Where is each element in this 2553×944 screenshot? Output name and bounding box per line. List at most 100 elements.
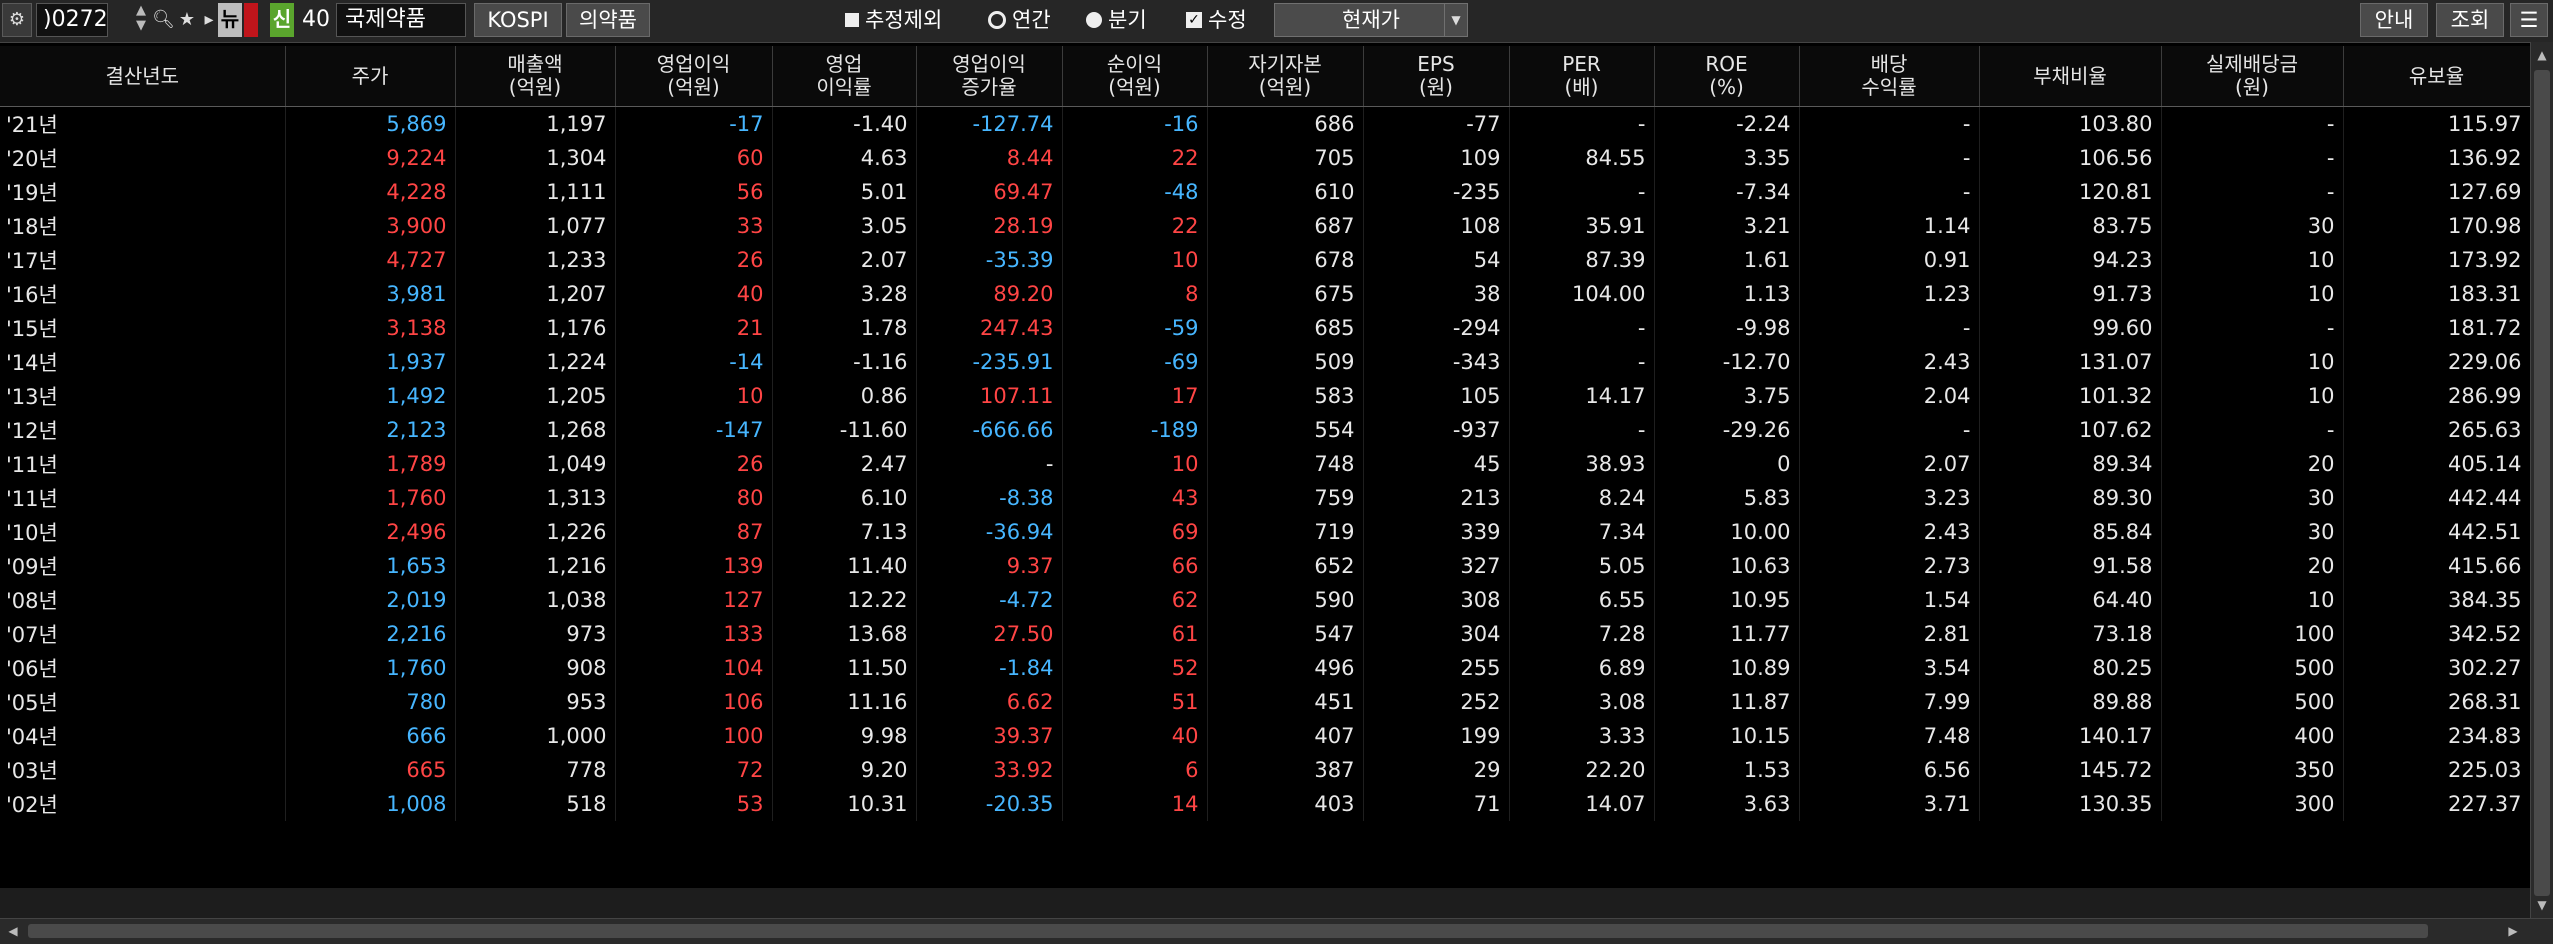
table-row[interactable]: '11년 1,760 1,313 80 6.10 -8.38 43 759 213 8.24 5.8… xyxy=(0,481,2530,515)
column-header-text: 수익률 xyxy=(1861,75,1917,99)
star-icon[interactable]: ★ xyxy=(176,3,198,37)
column-header-year[interactable]: 결산년도 xyxy=(0,46,286,107)
cell-net: 17 xyxy=(1062,379,1208,413)
table-row[interactable]: '19년 4,228 1,111 56 5.01 69.47 -48 610 -235- -7.3… xyxy=(0,175,2530,209)
cell-reserve: 136.92 xyxy=(2343,141,2530,175)
column-header-op[interactable]: 영업이익 (억원) xyxy=(615,46,773,107)
stock-code-input[interactable]: )02720 xyxy=(36,3,108,37)
exclude-estimate-label: 추정제외 xyxy=(865,8,943,32)
column-header-text: 영업이익 xyxy=(952,52,1026,76)
table-row[interactable]: '09년 1,653 1,216 139 11.40 9.37 66 652 327 5.05 10… xyxy=(0,549,2530,583)
horizontal-scrollbar[interactable]: ◀ ▶ xyxy=(0,918,2553,944)
cell-year: '10년 xyxy=(0,515,286,549)
cell-equity: 583 xyxy=(1207,379,1364,413)
scroll-down-icon[interactable]: ▼ xyxy=(2531,894,2553,916)
table-row[interactable]: '21년 5,869 1,197 -17 -1.40 -127.74 -16 686 -77- -… xyxy=(0,106,2530,141)
cell-op: 26 xyxy=(615,243,773,277)
table-row[interactable]: '03년 665 778 72 9.20 33.92 6 387 29 22.20 1.53 6.56… xyxy=(0,753,2530,787)
cell-price: 3,981 xyxy=(285,277,456,311)
cell-eps: 304 xyxy=(1363,617,1510,651)
guide-button[interactable]: 안내 xyxy=(2360,3,2428,37)
cell-per: 22.20 xyxy=(1509,753,1655,787)
table-row[interactable]: '15년 3,138 1,176 21 1.78 247.43 -59 685 -294- -9.… xyxy=(0,311,2530,345)
search-icon[interactable]: 🔍︎ xyxy=(152,3,175,37)
sector-button[interactable]: 의약품 xyxy=(566,3,650,37)
scroll-up-icon[interactable]: ▲ xyxy=(2531,44,2553,66)
cell-sales: 1,205 xyxy=(455,379,616,413)
quarterly-radio[interactable]: 분기 xyxy=(1086,3,1147,37)
column-header-debt[interactable]: 부채비율 xyxy=(1979,46,2162,107)
column-header-equity[interactable]: 자기자본 (억원) xyxy=(1207,46,1364,107)
cell-equity: 719 xyxy=(1207,515,1364,549)
cell-div-yield: 3.23 xyxy=(1799,481,1980,515)
cell-op-margin: 13.68 xyxy=(772,617,917,651)
cell-roe: -9.98 xyxy=(1654,311,1800,345)
column-header-eps[interactable]: EPS (원) xyxy=(1363,46,1510,107)
cell-reserve: 229.06 xyxy=(2343,345,2530,379)
table-row[interactable]: '06년 1,760 908 104 11.50 -1.84 52 496 255 6.89 10.… xyxy=(0,651,2530,685)
cell-year: '15년 xyxy=(0,311,286,345)
cell-year: '07년 xyxy=(0,617,286,651)
scroll-left-icon[interactable]: ◀ xyxy=(2,919,24,943)
horizontal-scroll-thumb[interactable] xyxy=(28,924,2428,938)
column-header-op-growth[interactable]: 영업이익 증가율 xyxy=(916,46,1063,107)
cell-equity: 590 xyxy=(1207,583,1364,617)
cell-debt: 103.80 xyxy=(1979,106,2162,141)
cell-equity: 748 xyxy=(1207,447,1364,481)
cell-sales: 908 xyxy=(455,651,616,685)
table-row[interactable]: '05년 780 953 106 11.16 6.62 51 451 252 3.08 11.87 7… xyxy=(0,685,2530,719)
column-header-reserve[interactable]: 유보율 xyxy=(2343,46,2530,107)
cell-eps: 38 xyxy=(1363,277,1510,311)
table-row[interactable]: '20년 9,224 1,304 60 4.63 8.44 22 705 109 84.55 3.3… xyxy=(0,141,2530,175)
price-type-select[interactable]: 현재가 ▼ xyxy=(1274,3,1468,37)
column-header-dividend[interactable]: 실제배당금 (원) xyxy=(2161,46,2344,107)
adjusted-checkbox[interactable]: ✓ 수정 xyxy=(1186,3,1247,37)
cell-debt: 83.75 xyxy=(1979,209,2162,243)
column-header-div-yield[interactable]: 배당 수익률 xyxy=(1799,46,1980,107)
scroll-right-icon[interactable]: ▶ xyxy=(2502,919,2524,943)
table-row[interactable]: '18년 3,900 1,077 33 3.05 28.19 22 687 108 35.91 3.… xyxy=(0,209,2530,243)
table-row[interactable]: '10년 2,496 1,226 87 7.13 -36.94 69 719 339 7.34 10… xyxy=(0,515,2530,549)
vertical-scroll-thumb[interactable] xyxy=(2534,70,2550,896)
cell-op: 80 xyxy=(615,481,773,515)
cell-reserve: 415.66 xyxy=(2343,549,2530,583)
table-row[interactable]: '07년 2,216 973 133 13.68 27.50 61 547 304 7.28 11.… xyxy=(0,617,2530,651)
cell-year: '03년 xyxy=(0,753,286,787)
column-header-sales[interactable]: 매출액 (억원) xyxy=(455,46,616,107)
market-button[interactable]: KOSPI xyxy=(474,3,562,37)
column-header-per[interactable]: PER (배) xyxy=(1509,46,1655,107)
column-header-text: 부채비율 xyxy=(2033,63,2107,88)
column-header-roe[interactable]: ROE (%) xyxy=(1654,46,1800,107)
table-row[interactable]: '02년 1,008 518 53 10.31 -20.35 14 403 71 14.07 3.6… xyxy=(0,787,2530,821)
table-row[interactable]: '12년 2,123 1,268 -147 -11.60 -666.66 -189 554 -9… xyxy=(0,413,2530,447)
table-row[interactable]: '17년 4,727 1,233 26 2.07 -35.39 10 678 54 87.39 1.… xyxy=(0,243,2530,277)
column-header-net[interactable]: 순이익 (억원) xyxy=(1062,46,1208,107)
table-row[interactable]: '13년 1,492 1,205 10 0.86 107.11 17 583 105 14.17 3… xyxy=(0,379,2530,413)
column-header-price[interactable]: 주가 xyxy=(285,46,456,107)
list-icon[interactable]: ☰ xyxy=(2510,3,2548,37)
table-row[interactable]: '11년 1,789 1,049 26 2.47-10 748 45 38.93 0 2.07 89… xyxy=(0,447,2530,481)
exclude-estimate-option[interactable]: 추정제외 xyxy=(845,3,942,37)
column-header-text: (억원) xyxy=(667,75,720,99)
cell-price: 780 xyxy=(285,685,456,719)
column-header-op-margin[interactable]: 영업 이익률 xyxy=(772,46,917,107)
search-button[interactable]: 조회 xyxy=(2436,3,2504,37)
vertical-scrollbar[interactable]: ▲ ▼ xyxy=(2530,42,2553,918)
cell-roe: 3.63 xyxy=(1654,787,1800,821)
news-badge[interactable]: 뉴 xyxy=(218,3,242,37)
cell-net: 10 xyxy=(1062,447,1208,481)
cell-div-yield: 2.81 xyxy=(1799,617,1980,651)
table-row[interactable]: '08년 2,019 1,038 127 12.22 -4.72 62 590 308 6.55 1… xyxy=(0,583,2530,617)
annual-radio[interactable]: 연간 xyxy=(988,3,1051,37)
code-spin-icon[interactable]: ▲ ▼ xyxy=(132,3,150,37)
dropdown-arrow-icon[interactable]: ▸ xyxy=(198,3,220,37)
cell-eps: 308 xyxy=(1363,583,1510,617)
tools-icon[interactable]: ⚙ xyxy=(2,3,32,37)
table-row[interactable]: '04년 666 1,000 100 9.98 39.37 40 407 199 3.33 10.1… xyxy=(0,719,2530,753)
column-header-text: (%) xyxy=(1709,75,1744,99)
cell-sales: 953 xyxy=(455,685,616,719)
cell-price: 2,019 xyxy=(285,583,456,617)
table-row[interactable]: '14년 1,937 1,224 -14 -1.16 -235.91 -69 509 -343-… xyxy=(0,345,2530,379)
cell-debt: 80.25 xyxy=(1979,651,2162,685)
table-row[interactable]: '16년 3,981 1,207 40 3.28 89.20 8 675 38 104.00 1.1… xyxy=(0,277,2530,311)
